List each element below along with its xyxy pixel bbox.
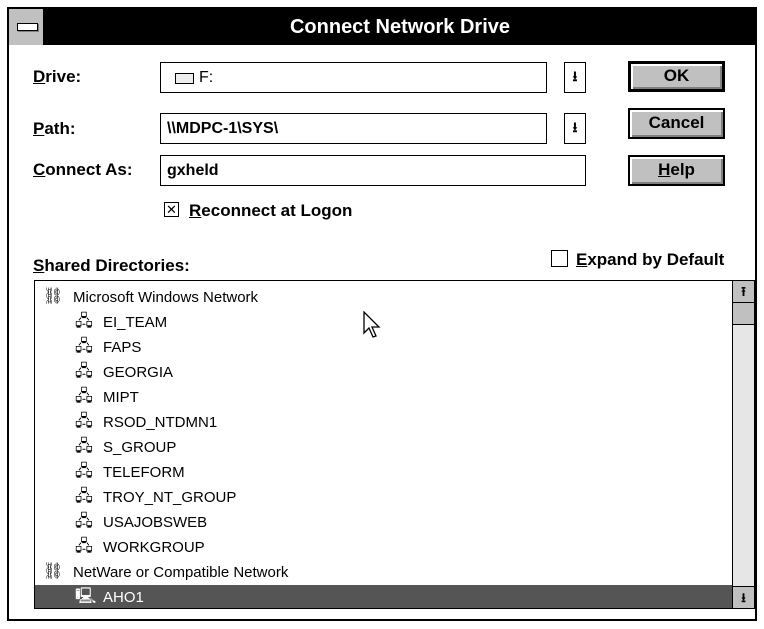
workgroup-icon: 🖧 <box>75 313 93 330</box>
cancel-button[interactable]: Cancel <box>628 108 725 139</box>
workgroup-icon: 🖧 <box>75 363 93 380</box>
title-bar[interactable]: Connect Network Drive <box>9 9 755 45</box>
scroll-thumb[interactable] <box>733 303 754 325</box>
drive-dropdown-button[interactable]: ⭳ <box>564 62 586 93</box>
check-x-icon: ✕ <box>166 202 177 217</box>
mouse-cursor-icon <box>363 311 381 338</box>
tree-workgroup-row[interactable]: 🖧 S_GROUP <box>35 435 732 461</box>
tree-item-label: RSOD_NTDMN1 <box>103 414 218 431</box>
tree-item-label: FAPS <box>103 339 142 356</box>
reconnect-label[interactable]: Reconnect at Logon <box>189 201 352 221</box>
workgroup-icon: 🖧 <box>75 463 93 480</box>
tree-workgroup-row[interactable]: 🖧 GEORGIA <box>35 360 732 386</box>
chevron-down-icon: ⭳ <box>572 67 578 84</box>
tree-server-row[interactable]: 🖳 AHO1 <box>35 585 732 608</box>
tree-item-label: AHO1 <box>103 589 144 606</box>
workgroup-icon: 🖧 <box>75 538 93 555</box>
connect-network-drive-dialog: Connect Network Drive Drive: F: ⭳ Path: … <box>7 7 757 621</box>
tree-item-label: WORKGROUP <box>103 539 205 556</box>
path-value: \\MDPC-1\SYS\ <box>167 120 279 137</box>
shared-directories-list[interactable]: ⛓ Microsoft Windows Network 🖧 EI_TEAM 🖧 FAPS 🖧… <box>34 280 755 609</box>
expand-by-default-checkbox[interactable] <box>551 250 568 267</box>
system-menu-button[interactable] <box>9 9 45 45</box>
workgroup-icon: 🖧 <box>75 438 93 455</box>
workgroup-icon: 🖧 <box>75 488 93 505</box>
drive-select[interactable]: F: <box>160 62 547 93</box>
tree-item-label: TELEFORM <box>103 464 185 481</box>
tree-item-label: TROY_NT_GROUP <box>103 489 237 506</box>
tree-workgroup-row[interactable]: 🖧 TELEFORM <box>35 460 732 486</box>
drive-icon <box>175 73 194 84</box>
expand-by-default-label[interactable]: Expand by Default <box>576 250 724 270</box>
tree-item-label: EI_TEAM <box>103 314 168 331</box>
workgroup-icon: 🖧 <box>75 413 93 430</box>
arrow-down-icon: ⭳ <box>741 590 746 605</box>
server-icon: 🖳 <box>75 588 97 605</box>
vertical-scrollbar[interactable]: ⭱ ⭳ <box>732 281 754 608</box>
tree-network-row[interactable]: ⛓ NetWare or Compatible Network <box>35 560 732 586</box>
window-title: Connect Network Drive <box>289 16 511 38</box>
path-label: Path: <box>33 119 76 138</box>
tree-workgroup-row[interactable]: 🖧 WORKGROUP <box>35 535 732 561</box>
workgroup-icon: 🖧 <box>75 338 93 355</box>
connect-as-input[interactable]: gxheld <box>160 155 586 186</box>
network-icon: ⛓ <box>43 563 64 580</box>
path-input[interactable]: \\MDPC-1\SYS\ <box>160 113 547 144</box>
tree-item-label: S_GROUP <box>103 439 177 456</box>
arrow-up-icon: ⭱ <box>741 284 746 299</box>
system-menu-icon <box>17 23 38 31</box>
tree-item-label: GEORGIA <box>103 364 174 381</box>
tree-item-label: NetWare or Compatible Network <box>73 564 289 581</box>
chevron-down-icon: ⭳ <box>572 118 578 135</box>
tree-item-label: MIPT <box>103 389 139 406</box>
path-dropdown-button[interactable]: ⭳ <box>564 113 586 144</box>
workgroup-icon: 🖧 <box>75 388 93 405</box>
ok-button[interactable]: OK <box>628 61 725 92</box>
workgroup-icon: 🖧 <box>75 513 93 530</box>
connect-as-value: gxheld <box>167 162 219 179</box>
tree-item-label: Microsoft Windows Network <box>73 289 259 306</box>
drive-value: F: <box>199 69 214 86</box>
tree-network-row[interactable]: ⛓ Microsoft Windows Network <box>35 285 732 311</box>
tree-workgroup-row[interactable]: 🖧 TROY_NT_GROUP <box>35 485 732 511</box>
reconnect-checkbox[interactable]: ✕ <box>164 202 179 217</box>
scroll-up-button[interactable]: ⭱ <box>733 281 754 303</box>
scroll-down-button[interactable]: ⭳ <box>733 586 754 608</box>
network-icon: ⛓ <box>43 288 64 305</box>
tree-workgroup-row[interactable]: 🖧 USAJOBSWEB <box>35 510 732 536</box>
tree-workgroup-row[interactable]: 🖧 RSOD_NTDMN1 <box>35 410 732 436</box>
drive-label: Drive: <box>33 67 82 86</box>
tree-item-label: USAJOBSWEB <box>103 514 208 531</box>
tree-workgroup-row[interactable]: 🖧 FAPS <box>35 335 732 361</box>
help-button[interactable]: Help <box>628 155 725 186</box>
tree-workgroup-row[interactable]: 🖧 MIPT <box>35 385 732 411</box>
tree-workgroup-row[interactable]: 🖧 EI_TEAM <box>35 310 732 336</box>
connect-as-label: Connect As: <box>33 160 133 179</box>
shared-directories-label: Shared Directories: <box>33 256 190 275</box>
